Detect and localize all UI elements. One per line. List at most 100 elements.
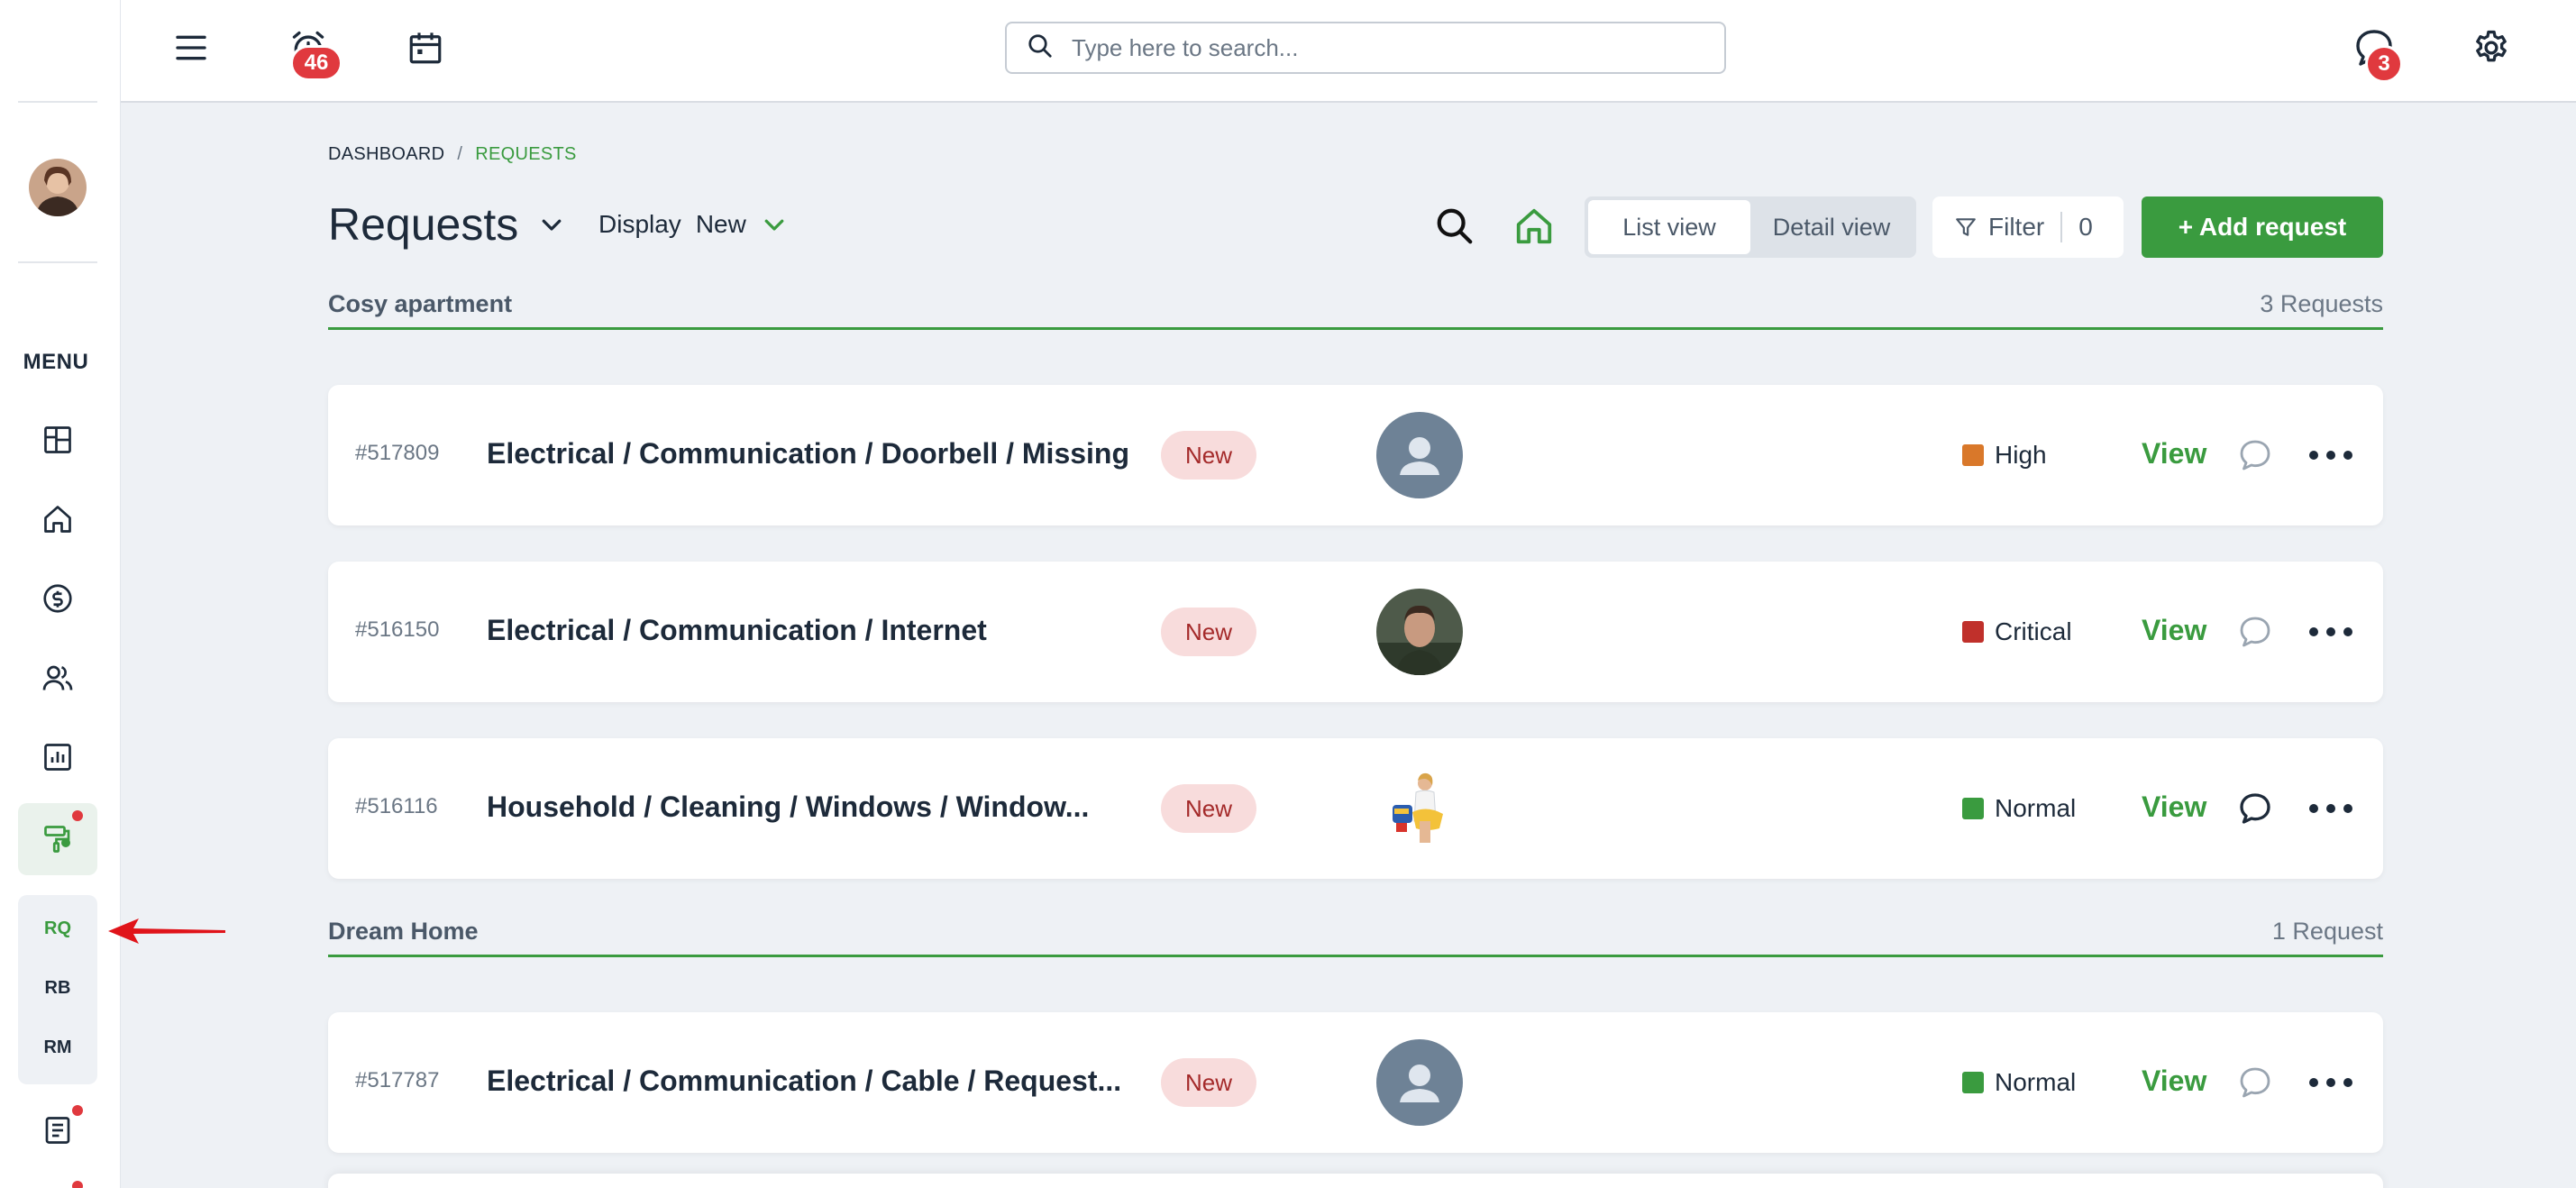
chevron-down-icon [764,219,784,231]
view-link[interactable]: View [2142,790,2206,824]
notification-badge: 46 [290,45,343,81]
group-name: Cosy apartment [328,290,513,317]
home-icon[interactable] [36,498,79,541]
search-input[interactable] [1072,33,1703,62]
status-badge: New [1161,1058,1256,1107]
sub-item-rm[interactable]: RM [18,1037,97,1058]
group-name: Dream Home [328,918,479,945]
filter-count: 0 [2078,213,2093,241]
filter-button[interactable]: Filter 0 [1932,196,2124,258]
request-title[interactable]: Household / Cleaning / Windows / Window.… [487,790,1089,824]
breadcrumb: DASHBOARD / REQUESTS [328,144,577,165]
request-card[interactable]: #516116 Household / Cleaning / Windows /… [328,738,2383,879]
request-card[interactable]: #516150 Electrical / Communication / Int… [328,562,2383,702]
sidebar-divider [18,101,97,103]
status-badge: New [1161,784,1256,833]
group-count: 1 Request [2271,918,2383,945]
more-options-icon[interactable] [2309,1072,2352,1093]
view-link[interactable]: View [2142,614,2206,647]
status-badge: New [1161,431,1256,480]
status-dot [61,838,70,847]
chevron-down-icon [542,219,562,231]
assignee-avatar[interactable] [1376,1039,1463,1126]
request-id: #517787 [355,1068,440,1092]
view-link[interactable]: View [2142,437,2206,471]
assignee-avatar[interactable] [1376,589,1463,675]
request-card[interactable]: #517809 Electrical / Communication / Doo… [328,385,2383,525]
annotation-arrow-icon [108,918,225,944]
priority-normal-icon [1962,1072,1984,1093]
filter-icon [1956,218,1976,236]
request-card [328,1174,2383,1188]
reports-icon[interactable] [36,736,79,779]
request-title[interactable]: Electrical / Communication / Internet [487,614,987,647]
filter-divider [2060,212,2063,242]
search-icon [1027,32,1054,64]
priority-indicator: High [1962,441,2047,470]
comment-icon[interactable] [2237,1065,2273,1101]
paint-roller-icon[interactable] [36,818,79,861]
menu-label: MENU [23,350,89,374]
sub-menu: RQ RB RM [18,895,97,1084]
breadcrumb-requests: REQUESTS [475,144,577,164]
comment-icon[interactable] [2237,790,2273,827]
request-id: #516116 [355,794,438,818]
comment-icon[interactable] [2237,437,2273,473]
request-id: #517809 [355,441,440,465]
view-link[interactable]: View [2142,1065,2206,1098]
priority-label: High [1995,441,2047,469]
breadcrumb-separator: / [457,144,463,164]
message-badge: 3 [2365,45,2403,83]
home-filter-icon[interactable] [1511,203,1557,250]
filter-label: Filter [1988,213,2045,241]
priority-label: Normal [1995,794,2077,822]
sidebar-divider [18,261,97,263]
priority-critical-icon [1962,621,1984,643]
calendar-icon[interactable] [402,24,449,71]
priority-high-icon [1962,444,1984,466]
sub-item-rq[interactable]: RQ [18,918,97,939]
view-toggle: List view Detail view [1585,196,1916,258]
settings-gear-icon[interactable] [2468,24,2515,71]
topbar: 46 3 [121,0,2576,103]
display-value: New [695,210,746,238]
breadcrumb-dashboard[interactable]: DASHBOARD [328,144,444,164]
search-icon[interactable] [1431,203,1478,250]
sub-item-rb[interactable]: RB [18,978,97,999]
hamburger-menu-icon[interactable] [168,24,215,71]
request-title[interactable]: Electrical / Communication / Doorbell / … [487,437,1129,471]
detail-view-button[interactable]: Detail view [1750,200,1913,254]
finance-icon[interactable] [36,577,79,620]
group-count: 3 Requests [2260,290,2383,317]
page-title: Requests [328,199,519,250]
notification-dot [72,1181,83,1188]
search-bar [1005,22,1726,74]
comment-icon[interactable] [2237,614,2273,650]
document-icon[interactable] [36,1109,79,1152]
more-options-icon[interactable] [2309,444,2352,466]
display-label: Display [598,210,681,238]
priority-label: Normal [1995,1068,2077,1096]
list-view-button[interactable]: List view [1588,200,1750,254]
page-title-dropdown[interactable]: Requests [328,198,565,251]
display-filter[interactable]: Display New [598,210,788,239]
user-avatar[interactable] [29,159,87,216]
priority-label: Critical [1995,617,2072,645]
dashboard-icon[interactable] [36,418,79,461]
notification-dot [72,810,83,821]
request-title[interactable]: Electrical / Communication / Cable / Req… [487,1065,1121,1098]
priority-indicator: Normal [1962,1068,2076,1097]
notification-dot [72,1105,83,1116]
assignee-avatar[interactable] [1376,765,1463,852]
assignee-avatar[interactable] [1376,412,1463,498]
users-icon[interactable] [36,656,79,699]
priority-normal-icon [1962,798,1984,819]
status-badge: New [1161,608,1256,656]
priority-indicator: Critical [1962,617,2072,646]
request-card[interactable]: #517787 Electrical / Communication / Cab… [328,1012,2383,1153]
add-request-button[interactable]: + Add request [2142,196,2383,258]
group-header: Dream Home 1 Request [328,918,2383,957]
more-options-icon[interactable] [2309,621,2352,643]
more-options-icon[interactable] [2309,798,2352,819]
group-header: Cosy apartment 3 Requests [328,290,2383,330]
